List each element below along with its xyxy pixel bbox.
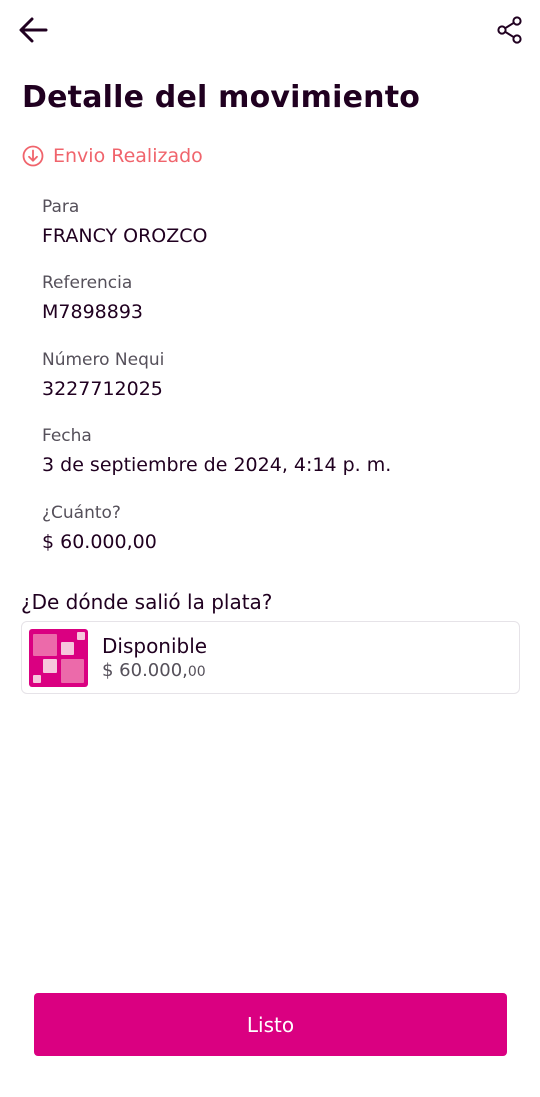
arrow-left-icon xyxy=(19,17,48,43)
top-bar xyxy=(0,0,540,60)
share-icon xyxy=(497,16,522,44)
amount-cents: 00 xyxy=(187,664,206,680)
field-reference: Referencia M7898893 xyxy=(42,273,143,323)
field-value: M7898893 xyxy=(42,301,144,323)
source-account-card[interactable]: Disponible $ 60.000,00 xyxy=(21,621,520,694)
field-value: FRANCY OROZCO xyxy=(42,225,208,247)
amount-main: $ 60.000, xyxy=(102,660,188,681)
account-name: Disponible xyxy=(102,634,208,658)
page-title: Detalle del movimiento xyxy=(22,80,421,115)
back-button[interactable] xyxy=(14,12,52,48)
arrow-down-circle-icon xyxy=(22,145,44,167)
done-button[interactable]: Listo xyxy=(34,993,507,1056)
field-value: 3 de septiembre de 2024, 4:14 p. m. xyxy=(42,454,392,476)
field-date: Fecha 3 de septiembre de 2024, 4:14 p. m… xyxy=(42,426,391,476)
share-button[interactable] xyxy=(492,12,528,48)
field-amount: ¿Cuánto? $ 60.000,00 xyxy=(42,503,157,553)
field-value: $ 60.000,00 xyxy=(42,531,157,553)
field-label: Referencia xyxy=(42,273,133,293)
field-label: Número Nequi xyxy=(42,350,165,370)
status-label: Envio Realizado xyxy=(53,145,203,167)
field-recipient: Para FRANCY OROZCO xyxy=(42,197,208,247)
field-label: ¿Cuánto? xyxy=(42,503,121,523)
account-amount: $ 60.000,00 xyxy=(102,660,206,681)
transaction-status: Envio Realizado xyxy=(22,145,203,167)
field-label: Fecha xyxy=(42,426,92,446)
field-nequi-number: Número Nequi 3227712025 xyxy=(42,350,164,400)
source-section-title: ¿De dónde salió la plata? xyxy=(21,590,273,614)
nequi-squares-icon xyxy=(29,629,88,687)
field-value: 3227712025 xyxy=(42,378,163,400)
field-label: Para xyxy=(42,197,80,217)
